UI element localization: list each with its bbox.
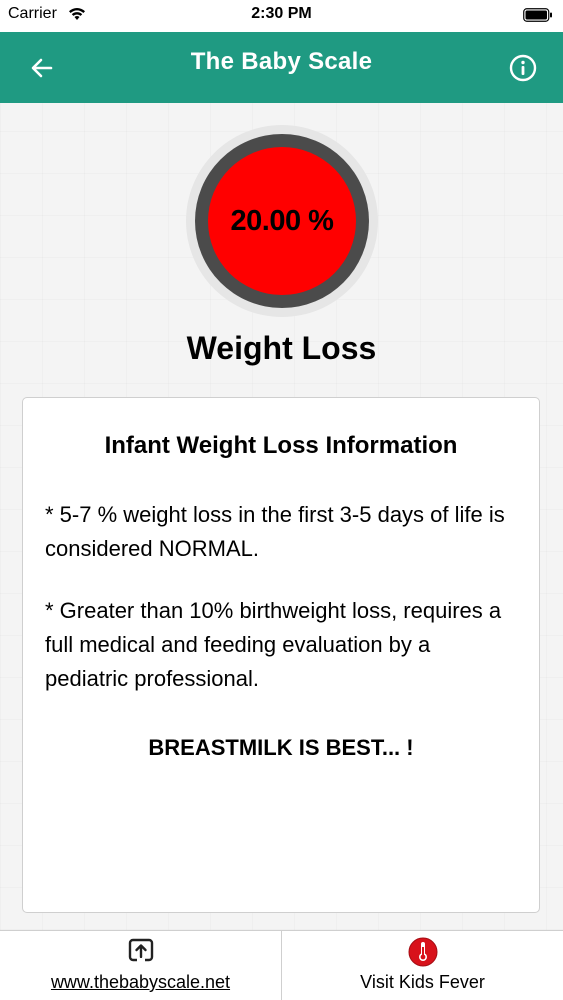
nav-bar: The Baby Scale bbox=[0, 32, 563, 103]
info-button[interactable] bbox=[509, 54, 537, 82]
info-slogan: BREASTMILK IS BEST... ! bbox=[148, 735, 414, 760]
section-title: Weight Loss bbox=[186, 330, 377, 366]
status-bar: Carrier 2:30 PM bbox=[0, 0, 563, 32]
website-button[interactable]: www.thebabyscale.net bbox=[0, 931, 281, 1000]
share-link-icon bbox=[128, 938, 153, 962]
info-card: Infant Weight Loss Information * 5-7 % w… bbox=[22, 397, 540, 913]
info-icon bbox=[509, 54, 537, 82]
gauge-value: 20.00 % bbox=[230, 204, 334, 237]
battery-icon bbox=[523, 8, 552, 22]
status-time: 2:30 PM bbox=[251, 5, 312, 22]
gauge-fill: 20.00 % bbox=[208, 147, 356, 295]
gauge-ring: 20.00 % bbox=[195, 134, 369, 308]
website-link[interactable]: www.thebabyscale.net bbox=[0, 972, 281, 993]
bottom-bar: www.thebabyscale.net Visit Kids Fever bbox=[0, 930, 563, 1000]
kids-fever-button[interactable]: Visit Kids Fever bbox=[282, 931, 563, 1000]
weight-loss-gauge: 20.00 % bbox=[186, 125, 378, 317]
info-card-heading: Infant Weight Loss Information bbox=[104, 432, 458, 459]
kids-fever-label: Visit Kids Fever bbox=[360, 972, 485, 992]
page-title: The Baby Scale bbox=[190, 48, 373, 75]
info-paragraph-normal: * 5-7 % weight loss in the first 3-5 day… bbox=[45, 502, 505, 561]
thermometer-icon bbox=[408, 937, 437, 967]
info-paragraph-evaluation: * Greater than 10% birthweight loss, req… bbox=[45, 598, 502, 691]
